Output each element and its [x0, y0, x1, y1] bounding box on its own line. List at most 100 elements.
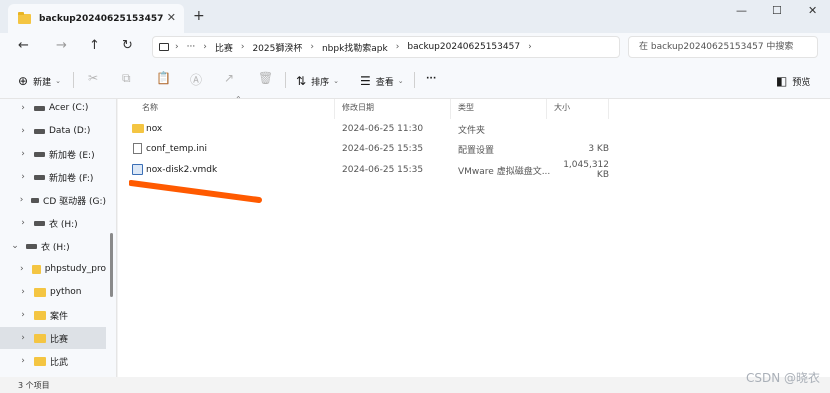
- view-button[interactable]: ☰ 查看 ⌄: [360, 74, 404, 88]
- nav-item-label: 新加卷 (F:): [49, 173, 94, 184]
- breadcrumb-item[interactable]: 2025獅湀杯: [252, 41, 302, 54]
- nav-item-competition[interactable]: › 比赛: [0, 327, 106, 349]
- new-button[interactable]: ⊕ 新建 ⌄: [18, 74, 61, 88]
- plus-circle-icon: ⊕: [18, 74, 29, 88]
- column-header-date[interactable]: 修改日期: [342, 102, 374, 113]
- chevron-right-icon[interactable]: ›: [18, 287, 28, 297]
- minimize-button[interactable]: —: [736, 4, 747, 17]
- nav-item-f[interactable]: › 新加卷 (F:): [0, 166, 106, 188]
- tab-close-icon[interactable]: ✕: [167, 11, 176, 24]
- nav-item-acer-c[interactable]: › Acer (C:): [0, 99, 106, 119]
- chevron-right-icon[interactable]: ›: [18, 310, 28, 320]
- delete-icon[interactable]: 🗑: [258, 71, 273, 85]
- nav-item-phpstudy[interactable]: › phpstudy_pro: [0, 258, 106, 280]
- nav-item-label: Data (D:): [49, 126, 91, 136]
- this-pc-icon: [159, 43, 169, 51]
- chevron-down-icon: ⌄: [397, 77, 404, 85]
- column-divider[interactable]: [546, 99, 547, 119]
- breadcrumb-item[interactable]: backup20240625153457: [407, 42, 520, 52]
- rename-icon[interactable]: Ⓐ: [190, 71, 202, 88]
- share-icon[interactable]: ↗: [224, 71, 234, 85]
- close-window-button[interactable]: ✕: [808, 4, 817, 17]
- cd-drive-icon: [31, 197, 40, 203]
- refresh-button[interactable]: ↻: [122, 38, 133, 53]
- view-label: 查看: [375, 77, 394, 88]
- new-tab-button[interactable]: +: [193, 8, 205, 24]
- nav-item-label: 比赛: [50, 334, 69, 345]
- copy-icon[interactable]: ⧉: [122, 71, 131, 86]
- chevron-right-icon[interactable]: ›: [18, 333, 28, 343]
- breadcrumb-separator: ›: [240, 42, 245, 52]
- folder-icon: [31, 264, 41, 274]
- chevron-right-icon[interactable]: ›: [18, 103, 28, 113]
- nav-item-python[interactable]: › python: [0, 281, 106, 303]
- file-type: 文件夹: [458, 125, 486, 136]
- folder-icon: [34, 287, 46, 297]
- column-divider[interactable]: [334, 99, 335, 119]
- chevron-right-icon[interactable]: ›: [18, 356, 28, 366]
- file-size: 3 KB: [588, 144, 609, 154]
- folder-icon: [34, 356, 46, 366]
- nav-item-g[interactable]: › CD 驱动器 (G:): [0, 189, 106, 211]
- file-row[interactable]: conf_temp.ini 2024-06-25 15:35 配置设置 3 KB: [130, 139, 610, 159]
- divider: [285, 72, 286, 88]
- nav-item-label: 比武: [50, 357, 69, 368]
- breadcrumb-item[interactable]: 比赛: [215, 41, 233, 54]
- file-type: VMware 虚拟磁盘文...: [458, 166, 551, 177]
- chevron-right-icon[interactable]: ›: [18, 172, 28, 182]
- nav-item-e[interactable]: › 新加卷 (E:): [0, 143, 106, 165]
- more-options-button[interactable]: ···: [426, 74, 436, 84]
- file-list: ⌃ 名称 修改日期 类型 大小 nox 2024-06-25 11:30 文件夹…: [118, 95, 830, 377]
- sort-label: 排序: [311, 77, 330, 88]
- nav-item-label: 新加卷 (E:): [49, 150, 95, 161]
- breadcrumb-more[interactable]: ···: [187, 42, 196, 52]
- column-header-name[interactable]: 名称: [142, 102, 158, 113]
- chevron-right-icon[interactable]: ›: [18, 126, 28, 136]
- address-bar[interactable]: › ··· › 比赛 › 2025獅湀杯 › nbpk找勒索apk › back…: [152, 36, 620, 58]
- up-button[interactable]: ↑: [89, 38, 100, 53]
- tab-bar: backup20240625153457 ✕ + — ☐ ✕: [0, 0, 830, 33]
- chevron-down-icon: ⌄: [333, 77, 339, 85]
- breadcrumb-item[interactable]: nbpk找勒索apk: [322, 41, 388, 54]
- nav-item-label: 衣 (H:): [49, 219, 78, 230]
- view-icon: ☰: [360, 74, 371, 88]
- nav-item-data-d[interactable]: › Data (D:): [0, 120, 106, 142]
- nav-scrollbar[interactable]: [110, 233, 113, 297]
- column-divider[interactable]: [608, 99, 609, 119]
- chevron-right-icon[interactable]: ›: [18, 149, 28, 159]
- file-date: 2024-06-25 15:35: [342, 165, 424, 175]
- new-label: 新建: [33, 77, 52, 88]
- sort-button[interactable]: ⇅ 排序 ⌄: [296, 74, 339, 88]
- file-date: 2024-06-25 15:35: [342, 144, 424, 154]
- preview-button[interactable]: ◧ 预览: [776, 74, 810, 88]
- drive-icon: [34, 105, 45, 111]
- nav-item-contest[interactable]: › 比武: [0, 350, 106, 372]
- breadcrumb-separator: ›: [203, 42, 207, 52]
- paste-icon[interactable]: 📋: [156, 71, 171, 85]
- column-header-size[interactable]: 大小: [554, 102, 570, 113]
- back-button[interactable]: ←: [18, 38, 29, 53]
- search-input[interactable]: 在 backup20240625153457 中搜索: [628, 36, 818, 58]
- divider: [73, 72, 74, 88]
- tab-backup[interactable]: backup20240625153457 ✕: [8, 4, 184, 33]
- chevron-right-icon[interactable]: ›: [18, 264, 26, 274]
- nav-item-h[interactable]: › 衣 (H:): [0, 212, 106, 234]
- chevron-down-icon[interactable]: ⌄: [10, 241, 20, 251]
- chevron-right-icon[interactable]: ›: [18, 195, 25, 205]
- folder-icon: [18, 11, 31, 24]
- chevron-right-icon[interactable]: ›: [18, 218, 28, 228]
- forward-button[interactable]: →: [56, 38, 67, 53]
- breadcrumb-separator[interactable]: ›: [528, 42, 532, 52]
- column-divider[interactable]: [450, 99, 451, 119]
- nav-item-cases[interactable]: › 案件: [0, 304, 106, 326]
- drive-icon: [34, 128, 45, 134]
- preview-pane-icon: ◧: [776, 74, 788, 88]
- nav-item-h-expanded[interactable]: ⌄ 衣 (H:): [0, 235, 106, 257]
- column-header-type[interactable]: 类型: [458, 102, 474, 113]
- file-name: conf_temp.ini: [146, 144, 207, 154]
- chevron-down-icon: ⌄: [55, 77, 61, 85]
- drive-icon: [34, 174, 45, 180]
- cut-icon[interactable]: ✂: [88, 71, 98, 85]
- file-row[interactable]: nox 2024-06-25 11:30 文件夹: [130, 119, 610, 139]
- maximize-button[interactable]: ☐: [772, 4, 782, 17]
